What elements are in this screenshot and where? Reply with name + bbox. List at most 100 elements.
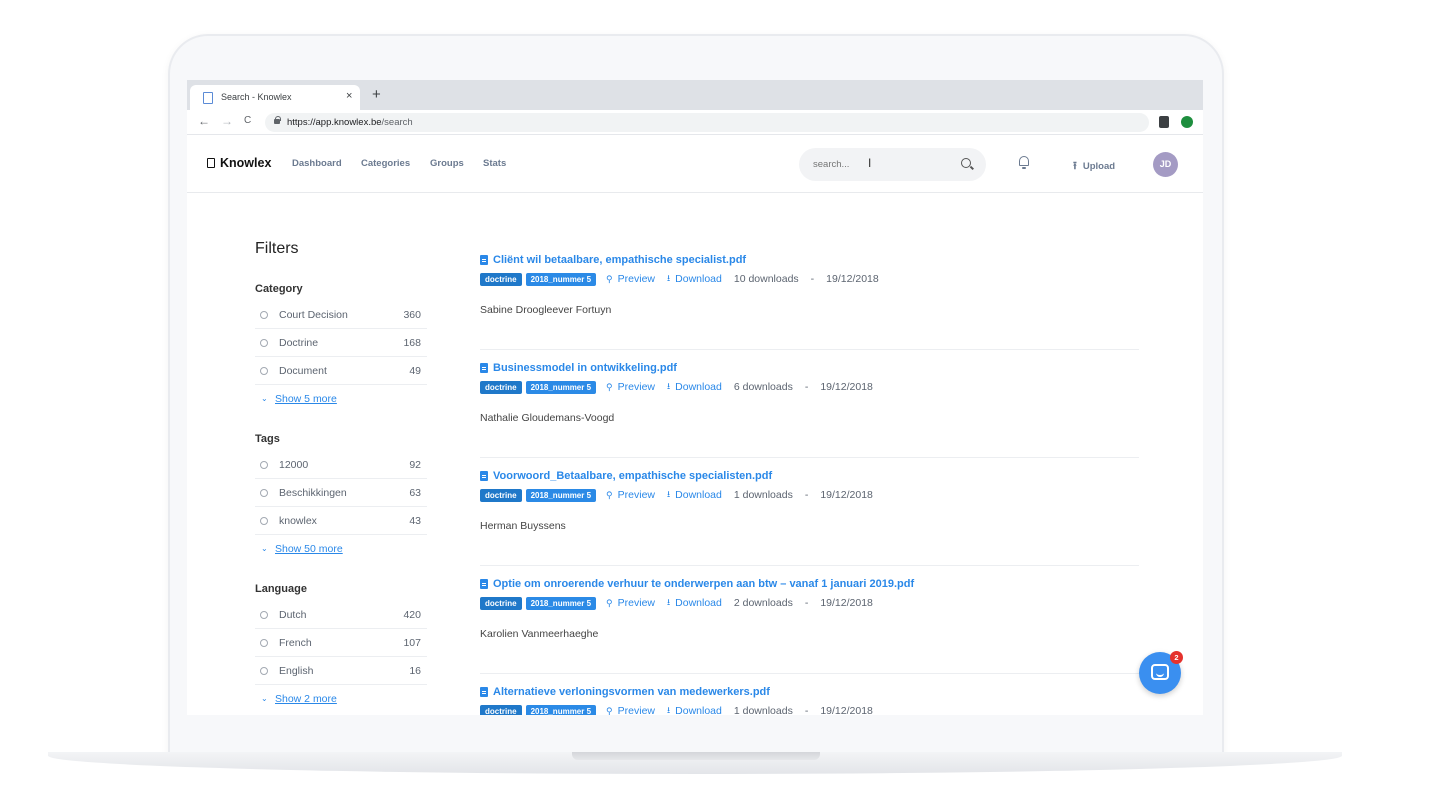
download-count: 2 downloads — [733, 597, 793, 609]
separator: - — [804, 381, 809, 393]
chat-launcher-button[interactable]: 2 — [1139, 651, 1183, 694]
result-title[interactable]: Cliënt wil betaalbare, empathische speci… — [493, 254, 746, 266]
show-more-label[interactable]: Show 2 more — [275, 693, 337, 705]
tag-badge[interactable]: 2018_nummer 5 — [525, 596, 597, 610]
reload-icon[interactable]: C — [244, 115, 251, 126]
result-date: 19/12/2018 — [826, 273, 879, 285]
filter-option[interactable]: 12000 92 — [255, 451, 427, 479]
result-item: Cliënt wil betaalbare, empathische speci… — [480, 242, 1139, 350]
radio-icon[interactable] — [260, 639, 268, 647]
show-more-label[interactable]: Show 50 more — [275, 543, 343, 555]
radio-icon[interactable] — [260, 517, 268, 525]
result-date: 19/12/2018 — [820, 705, 873, 715]
radio-icon[interactable] — [260, 311, 268, 319]
result-title[interactable]: Businessmodel in ontwikkeling.pdf — [493, 362, 677, 374]
clipboard-extension-icon[interactable] — [1159, 116, 1169, 128]
magnifier-icon: ⚲ — [606, 489, 613, 500]
nav-dashboard[interactable]: Dashboard — [292, 158, 342, 169]
laptop-mockup: Search - Knowlex × + ← → C https://app.k… — [0, 0, 1440, 810]
nav-categories[interactable]: Categories — [361, 158, 410, 169]
preview-button[interactable]: ⚲ Preview — [606, 489, 655, 501]
result-title-link[interactable]: Cliënt wil betaalbare, empathische speci… — [480, 254, 746, 266]
result-title-link[interactable]: Voorwoord_Betaalbare, empathische specia… — [480, 470, 772, 482]
url-bar[interactable]: https://app.knowlex.be/search — [265, 113, 1149, 132]
new-tab-icon[interactable]: + — [372, 87, 381, 102]
tag-badge[interactable]: 2018_nummer 5 — [525, 488, 597, 502]
filter-option[interactable]: Dutch 420 — [255, 601, 427, 629]
filter-section-category: Category Court Decision 360 Doctrine 168 D… — [255, 277, 427, 413]
filter-count: 420 — [403, 609, 421, 621]
result-title[interactable]: Voorwoord_Betaalbare, empathische specia… — [493, 470, 772, 482]
category-badge[interactable]: doctrine — [480, 488, 522, 502]
radio-icon[interactable] — [260, 489, 268, 497]
preview-button[interactable]: ⚲ Preview — [606, 597, 655, 609]
download-icon: ⭳ — [667, 381, 671, 391]
forward-icon[interactable]: → — [221, 114, 233, 128]
preview-label: Preview — [617, 381, 655, 393]
separator: - — [804, 489, 809, 501]
screen: Search - Knowlex × + ← → C https://app.k… — [187, 80, 1203, 715]
avatar[interactable]: JD — [1153, 152, 1178, 177]
nav-groups[interactable]: Groups — [430, 158, 464, 169]
separator: - — [810, 273, 815, 285]
result-title[interactable]: Optie om onroerende verhuur te onderwerp… — [493, 578, 914, 590]
filter-option[interactable]: Document 49 — [255, 357, 427, 385]
back-icon[interactable]: ← — [198, 114, 210, 128]
result-title-link[interactable]: Alternatieve verloningsvormen van medewe… — [480, 686, 770, 698]
extension-icon[interactable] — [1181, 116, 1193, 128]
filter-option[interactable]: Court Decision 360 — [255, 301, 427, 329]
show-more-link[interactable]: ⌄ Show 5 more — [255, 385, 427, 413]
result-date: 19/12/2018 — [820, 597, 873, 609]
filter-label: Court Decision — [279, 309, 348, 321]
download-button[interactable]: ⭳ Download — [667, 595, 722, 611]
nav-stats[interactable]: Stats — [483, 158, 506, 169]
category-badge[interactable]: doctrine — [480, 704, 522, 715]
search-input[interactable] — [813, 157, 943, 172]
brand-logo[interactable]: Knowlex — [207, 156, 271, 170]
tag-badge[interactable]: 2018_nummer 5 — [525, 704, 597, 715]
download-button[interactable]: ⭳ Download — [667, 379, 722, 395]
category-badge[interactable]: doctrine — [480, 272, 522, 286]
tab-strip: Search - Knowlex × + — [187, 80, 1203, 110]
download-button[interactable]: ⭳ Download — [667, 271, 722, 287]
preview-button[interactable]: ⚲ Preview — [606, 273, 655, 285]
browser-tab[interactable]: Search - Knowlex × — [190, 85, 360, 110]
preview-button[interactable]: ⚲ Preview — [606, 705, 655, 715]
show-more-label[interactable]: Show 5 more — [275, 393, 337, 405]
result-title[interactable]: Alternatieve verloningsvormen van medewe… — [493, 686, 770, 698]
filter-option[interactable]: French 107 — [255, 629, 427, 657]
category-badge[interactable]: doctrine — [480, 596, 522, 610]
filter-count: 49 — [409, 365, 421, 377]
category-badge[interactable]: doctrine — [480, 380, 522, 394]
result-title-link[interactable]: Optie om onroerende verhuur te onderwerp… — [480, 578, 914, 590]
result-item: Optie om onroerende verhuur te onderwerp… — [480, 566, 1139, 674]
preview-button[interactable]: ⚲ Preview — [606, 381, 655, 393]
result-author: Nathalie Gloudemans-Voogd — [480, 412, 615, 424]
radio-icon[interactable] — [260, 339, 268, 347]
bell-icon[interactable] — [1019, 156, 1029, 169]
radio-icon[interactable] — [260, 667, 268, 675]
pdf-file-icon — [480, 579, 488, 589]
show-more-link[interactable]: ⌄ Show 2 more — [255, 685, 427, 713]
tab-close-icon[interactable]: × — [346, 90, 352, 102]
tag-badge[interactable]: 2018_nummer 5 — [525, 272, 597, 286]
filter-option[interactable]: Doctrine 168 — [255, 329, 427, 357]
filter-option[interactable]: Beschikkingen 63 — [255, 479, 427, 507]
filter-option[interactable]: English 16 — [255, 657, 427, 685]
search-icon[interactable] — [961, 158, 971, 168]
radio-icon[interactable] — [260, 461, 268, 469]
download-label: Download — [675, 705, 722, 715]
result-title-link[interactable]: Businessmodel in ontwikkeling.pdf — [480, 362, 677, 374]
tag-badge[interactable]: 2018_nummer 5 — [525, 380, 597, 394]
filter-label: Doctrine — [279, 337, 319, 349]
upload-button[interactable]: ⭱ Upload — [1073, 157, 1115, 176]
filter-option[interactable]: knowlex 43 — [255, 507, 427, 535]
download-button[interactable]: ⭳ Download — [667, 487, 722, 503]
show-more-link[interactable]: ⌄ Show 50 more — [255, 535, 427, 563]
filter-label: Dutch — [279, 609, 307, 621]
download-label: Download — [675, 489, 722, 501]
radio-icon[interactable] — [260, 611, 268, 619]
radio-icon[interactable] — [260, 367, 268, 375]
download-label: Download — [675, 381, 722, 393]
download-button[interactable]: ⭳ Download — [667, 703, 722, 715]
